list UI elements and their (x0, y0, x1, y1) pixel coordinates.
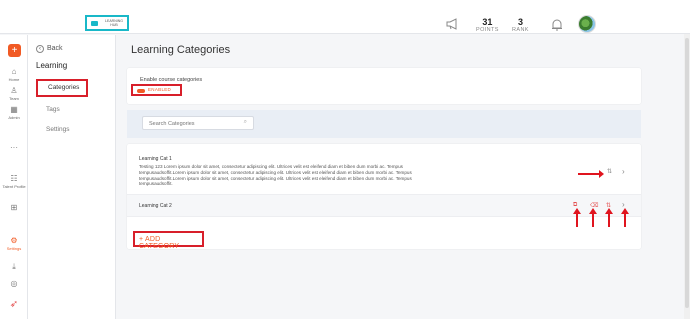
rail-item-label: Home (8, 77, 20, 82)
rail-item-talent-profile[interactable]: ☷ Talent Profile (0, 174, 28, 189)
rail-item-download[interactable]: ⤓ (0, 262, 28, 272)
search-input[interactable] (149, 119, 239, 128)
toggle-switch (137, 89, 145, 93)
rail-item-team[interactable]: ♙ Team (0, 86, 28, 101)
annotation-arrow (589, 208, 597, 227)
enable-categories-card: Enable course categories (127, 68, 641, 104)
rail-item-label: Admin (8, 115, 20, 120)
chevron-left-icon: ‹ (36, 45, 44, 53)
more-icon: ··· (10, 143, 18, 152)
download-icon: ⤓ (12, 262, 16, 271)
scrollbar-thumb[interactable] (685, 38, 689, 308)
sidebar-item-settings[interactable]: Settings (46, 126, 70, 133)
enable-toggle[interactable]: ENABLED (131, 84, 182, 96)
category-description: Testing 123 Lorem ipsum dolor sit amet, … (139, 164, 412, 187)
points-value: 31 (482, 17, 493, 27)
scrollbar[interactable] (684, 34, 690, 319)
rail-item-help[interactable]: ◎ (0, 279, 28, 289)
category-title: Learning Cat 2 (139, 203, 172, 209)
bell-icon[interactable] (551, 18, 563, 32)
categories-list-card: Learning Cat 1 Testing 123 Lorem ipsum d… (127, 144, 641, 249)
reorder-icon[interactable]: ⇅ (607, 168, 612, 175)
add-category-button[interactable]: + ADD CATEGORY (133, 231, 204, 250)
rail-item-settings[interactable]: ⚙ Settings (0, 236, 28, 251)
rank-label: RANK (512, 27, 529, 33)
logo-text: LEARNING HUB (105, 19, 123, 27)
add-icon[interactable]: + (8, 44, 21, 57)
points-stat: 31 POINTS (476, 17, 499, 34)
rail-item-label: Talent Profile (2, 184, 26, 189)
search-icon[interactable]: ⌕ (244, 119, 247, 126)
enable-label: Enable course categories (140, 77, 203, 83)
page-title: Learning Categories (131, 44, 231, 56)
secondary-sidebar (28, 35, 116, 319)
annotation-arrow (578, 170, 604, 178)
search-field[interactable]: ⌕ (142, 116, 254, 130)
rail-item-more[interactable]: ··· (0, 143, 28, 153)
home-icon: ⌂ (11, 67, 17, 76)
top-bar: LEARNING HUB 31 POINTS 3 RANK (0, 0, 690, 34)
rank-stat: 3 RANK (512, 17, 529, 34)
category-title: Learning Cat 1 (139, 156, 172, 162)
toggle-state-label: ENABLED (148, 87, 172, 92)
annotation-arrow (605, 208, 613, 227)
sidebar-section-title: Learning (36, 61, 68, 70)
sidebar-item-categories[interactable]: Categories (36, 79, 88, 97)
rail-item-label: Settings (6, 246, 22, 251)
admin-icon: ▦ (10, 105, 18, 114)
rail-item-grid[interactable]: ⊞ (0, 203, 28, 213)
rail-item-home[interactable]: ⌂ Home (0, 67, 28, 82)
chevron-right-icon[interactable]: › (622, 167, 625, 176)
list-item[interactable]: Learning Cat 1 Testing 123 Lorem ipsum d… (127, 144, 641, 195)
points-label: POINTS (476, 27, 499, 33)
team-icon: ♙ (10, 86, 18, 95)
sidebar-item-tags[interactable]: Tags (46, 106, 60, 113)
rail-item-label: Team (9, 96, 19, 101)
app-logo[interactable]: LEARNING HUB (85, 15, 129, 31)
grid-icon: ⊞ (10, 203, 18, 212)
talent-icon: ☷ (10, 174, 18, 183)
settings-icon: ⚙ (10, 236, 18, 245)
back-label: Back (47, 45, 63, 52)
annotation-arrow (573, 208, 581, 227)
megaphone-icon[interactable] (446, 18, 460, 30)
rail-item-brand[interactable]: ➶ (0, 300, 28, 310)
list-item[interactable]: Learning Cat 2 ⧉ ⌫ ⇅ › (127, 195, 641, 217)
logo-mark-icon (91, 21, 98, 26)
brand-icon: ➶ (9, 299, 19, 310)
annotation-arrow (621, 208, 629, 227)
help-icon: ◎ (10, 279, 18, 288)
back-link[interactable]: ‹ Back (36, 45, 63, 53)
rank-value: 3 (517, 17, 523, 27)
avatar[interactable] (578, 15, 596, 33)
rail-item-admin[interactable]: ▦ Admin (0, 105, 28, 120)
